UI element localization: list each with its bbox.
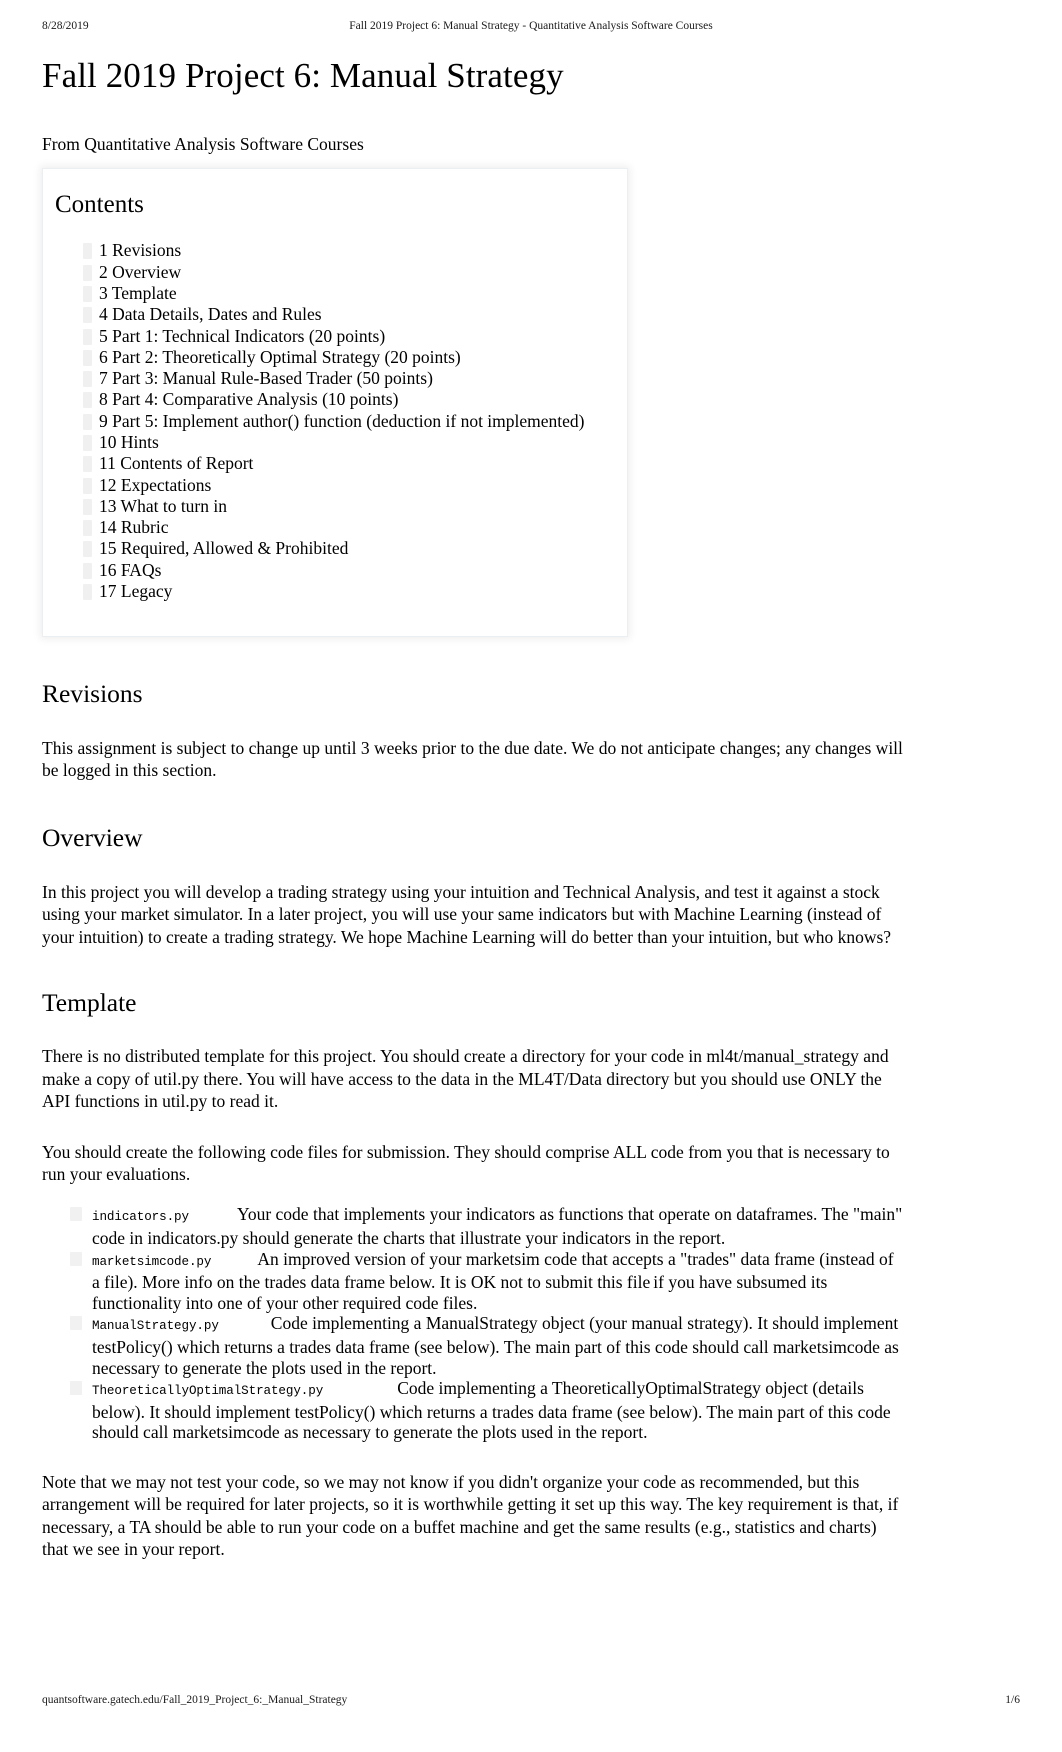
- list-item: indicators.py Your code that implements y…: [70, 1204, 904, 1248]
- print-header: 8/28/2019 Fall 2019 Project 6: Manual St…: [0, 20, 1062, 36]
- template-paragraph-3: Note that we may not test your code, so …: [42, 1471, 899, 1560]
- file-name: indicators.py: [92, 1210, 189, 1225]
- toc-item[interactable]: 13 What to turn in: [83, 496, 607, 517]
- toc-item[interactable]: 4 Data Details, Dates and Rules: [83, 304, 607, 325]
- list-item: TheoreticallyOptimalStrategy.py Code impl…: [70, 1378, 904, 1443]
- printed-wiki-page: 8/28/2019 Fall 2019 Project 6: Manual St…: [0, 0, 1062, 1752]
- list-item: ManualStrategy.py Code implementing a Man…: [70, 1313, 904, 1378]
- from-line: From Quantitative Analysis Software Cour…: [42, 134, 364, 155]
- revisions-paragraph: This assignment is subject to change up …: [42, 737, 903, 781]
- toc-item[interactable]: 16 FAQs: [83, 560, 607, 581]
- toc-item[interactable]: 11 Contents of Report: [83, 453, 607, 474]
- toc-list: 1 Revisions 2 Overview 3 Template 4 Data…: [55, 240, 607, 602]
- template-paragraph-2: You should create the following code fil…: [42, 1141, 890, 1184]
- section-heading-template: Template: [42, 988, 137, 1018]
- toc-item[interactable]: 15 Required, Allowed & Prohibited: [83, 538, 607, 559]
- file-name: marketsimcode.py: [92, 1254, 212, 1269]
- toc-item[interactable]: 14 Rubric: [83, 517, 607, 538]
- toc-item[interactable]: 2 Overview: [83, 262, 607, 283]
- file-description: Your code that implements your indicator…: [92, 1204, 903, 1248]
- template-paragraph-1: There is no distributed template for thi…: [42, 1046, 889, 1112]
- toc-item[interactable]: 3 Template: [83, 283, 607, 304]
- toc-item[interactable]: 12 Expectations: [83, 475, 607, 496]
- overview-paragraph: In this project you will develop a tradi…: [42, 881, 892, 947]
- code-files-list: indicators.py Your code that implements y…: [42, 1204, 904, 1443]
- section-heading-overview: Overview: [42, 823, 143, 853]
- document-content: Fall 2019 Project 6: Manual Strategy Fro…: [42, 56, 904, 1561]
- toc-heading: Contents: [55, 190, 144, 218]
- toc-item[interactable]: 1 Revisions: [83, 240, 607, 261]
- toc-item[interactable]: 9 Part 5: Implement author() function (d…: [83, 411, 607, 432]
- section-heading-revisions: Revisions: [42, 679, 143, 709]
- toc-item[interactable]: 10 Hints: [83, 432, 607, 453]
- toc-item[interactable]: 17 Legacy: [83, 581, 607, 602]
- page-title: Fall 2019 Project 6: Manual Strategy: [42, 56, 564, 95]
- print-footer-url: quantsoftware.gatech.edu/Fall_2019_Proje…: [42, 1694, 348, 1706]
- print-footer-page-number: 1/6: [1005, 1694, 1020, 1706]
- file-name: TheoreticallyOptimalStrategy.py: [92, 1384, 324, 1399]
- toc-item[interactable]: 7 Part 3: Manual Rule-Based Trader (50 p…: [83, 368, 607, 389]
- list-item: marketsimcode.py An improved version of y…: [70, 1249, 904, 1314]
- table-of-contents-box: Contents 1 Revisions 2 Overview 3 Templa…: [42, 167, 628, 638]
- toc-item[interactable]: 8 Part 4: Comparative Analysis (10 point…: [83, 389, 607, 410]
- print-header-title: Fall 2019 Project 6: Manual Strategy - Q…: [349, 20, 713, 32]
- toc-item[interactable]: 6 Part 2: Theoretically Optimal Strategy…: [83, 347, 607, 368]
- print-footer: quantsoftware.gatech.edu/Fall_2019_Proje…: [0, 1694, 1062, 1710]
- file-name: ManualStrategy.py: [92, 1319, 219, 1334]
- toc-item[interactable]: 5 Part 1: Technical Indicators (20 point…: [83, 326, 607, 347]
